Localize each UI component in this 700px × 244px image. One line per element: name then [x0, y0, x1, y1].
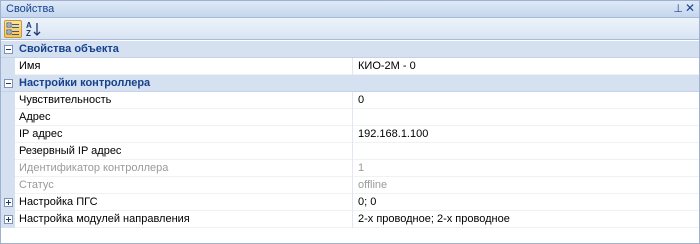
- properties-panel: Свойства ⊥ ✕ A Z Свойства объекта Имя КИ…: [0, 0, 700, 244]
- sort-alphabetical-button[interactable]: A Z: [25, 20, 43, 38]
- collapse-icon[interactable]: [4, 45, 13, 54]
- property-row-controller-id: Идентификатор контроллера 1: [1, 160, 699, 177]
- property-value[interactable]: [354, 143, 699, 160]
- property-value: offline: [358, 179, 388, 191]
- property-value[interactable]: [354, 109, 699, 126]
- property-name: Чувствительность: [15, 92, 353, 109]
- expand-icon[interactable]: [4, 198, 13, 207]
- property-value: 1: [358, 162, 365, 174]
- category-label: Свойства объекта: [19, 43, 119, 55]
- property-row-pgs-settings[interactable]: Настройка ПГС 0; 0: [1, 194, 699, 211]
- property-row-address[interactable]: Адрес: [1, 109, 699, 126]
- property-name: Имя: [15, 58, 353, 75]
- panel-title: Свойства: [6, 3, 55, 15]
- categorized-view-icon: [6, 22, 19, 35]
- grid-empty-area: [1, 233, 699, 243]
- property-name: Настройка модулей направления: [15, 211, 353, 228]
- property-row-direction-modules[interactable]: Настройка модулей направления 2-х провод…: [1, 211, 699, 228]
- svg-text:Z: Z: [26, 29, 31, 38]
- property-row-name[interactable]: Имя КИО-2М - 0: [1, 58, 699, 75]
- categorized-view-button[interactable]: [4, 20, 22, 38]
- property-row-ip-address[interactable]: IP адрес 192.168.1.100: [1, 126, 699, 143]
- property-name: IP адрес: [15, 126, 353, 143]
- panel-titlebar: Свойства ⊥ ✕: [1, 1, 699, 18]
- property-name: Идентификатор контроллера: [15, 160, 353, 177]
- property-grid: Свойства объекта Имя КИО-2М - 0 Настройк…: [1, 41, 699, 228]
- property-name: Резервный IP адрес: [15, 143, 353, 160]
- property-name: Статус: [15, 177, 353, 194]
- property-value[interactable]: 0; 0: [354, 194, 699, 211]
- collapse-icon[interactable]: [4, 79, 13, 88]
- sort-alphabetical-icon: A Z: [26, 21, 41, 38]
- close-icon[interactable]: ✕: [685, 1, 695, 15]
- property-value[interactable]: 192.168.1.100: [354, 126, 699, 143]
- pin-icon[interactable]: ⊥: [673, 2, 683, 15]
- property-value[interactable]: 2-х проводное; 2-х проводное: [354, 211, 699, 228]
- property-name: Адрес: [15, 109, 353, 126]
- property-row-sensitivity[interactable]: Чувствительность 0: [1, 92, 699, 109]
- property-row-status: Статус offline: [1, 177, 699, 194]
- property-value[interactable]: КИО-2М - 0: [354, 58, 699, 75]
- property-row-backup-ip-address[interactable]: Резервный IP адрес: [1, 143, 699, 160]
- property-name: Настройка ПГС: [15, 194, 353, 211]
- category-label: Настройки контроллера: [19, 77, 151, 89]
- property-value[interactable]: 0: [354, 92, 699, 109]
- category-controller-settings[interactable]: Настройки контроллера: [1, 75, 699, 92]
- category-object-properties[interactable]: Свойства объекта: [1, 41, 699, 58]
- property-grid-toolbar: A Z: [1, 18, 699, 40]
- expand-icon[interactable]: [4, 215, 13, 224]
